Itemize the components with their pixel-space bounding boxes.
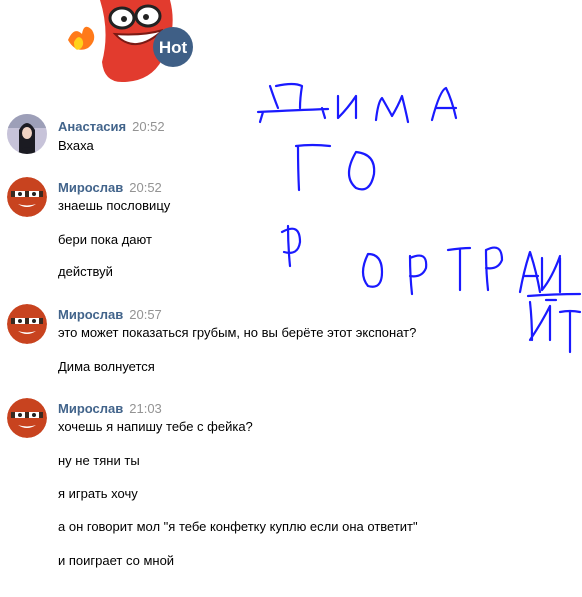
message-time: 20:57: [129, 307, 162, 322]
message-time: 20:52: [132, 119, 165, 134]
avatar[interactable]: [7, 398, 47, 438]
message-author[interactable]: Анастасия 20:52: [58, 119, 165, 134]
message-text: ну не тяни ты: [58, 453, 140, 468]
avatar[interactable]: [7, 177, 47, 217]
message-text: и поиграет со мной: [58, 553, 175, 568]
message-author[interactable]: Мирослав 20:57: [58, 307, 162, 322]
message-text: хочешь я напишу тебе с фейка?: [58, 419, 253, 434]
author-name[interactable]: Мирослав: [58, 180, 123, 195]
message-time: 21:03: [129, 401, 162, 416]
hot-badge-text: Hot: [159, 38, 188, 57]
author-name[interactable]: Анастасия: [58, 119, 126, 134]
message-time: 20:52: [129, 180, 162, 195]
message-text: а он говорит мол "я тебе конфетку куплю …: [58, 519, 418, 534]
message-group: Мирослав 20:57 это может показаться грубы…: [0, 304, 582, 384]
message-text: я играть хочу: [58, 486, 138, 501]
message-text: Дима волнуется: [58, 359, 155, 374]
avatar[interactable]: [7, 114, 47, 154]
message-group: Мирослав 21:03 хочешь я напишу тебе с фей…: [0, 398, 582, 578]
message-text: это может показаться грубым, но вы берёт…: [58, 325, 417, 340]
message-text: бери пока дают: [58, 232, 152, 247]
message-text: Вхаха: [58, 138, 94, 153]
message-author[interactable]: Мирослав 21:03: [58, 401, 162, 416]
message-group: Анастасия 20:52 Вхаха: [0, 114, 582, 174]
message-text: знаешь пословицу: [58, 198, 171, 213]
message-group: Мирослав 20:52 знаешь пословицу бери пока…: [0, 177, 582, 287]
message-text: действуй: [58, 264, 113, 279]
message-author[interactable]: Мирослав 20:52: [58, 180, 162, 195]
avatar[interactable]: [7, 304, 47, 344]
author-name[interactable]: Мирослав: [58, 401, 123, 416]
author-name[interactable]: Мирослав: [58, 307, 123, 322]
hot-pepper-sticker: Hot: [60, 0, 200, 82]
